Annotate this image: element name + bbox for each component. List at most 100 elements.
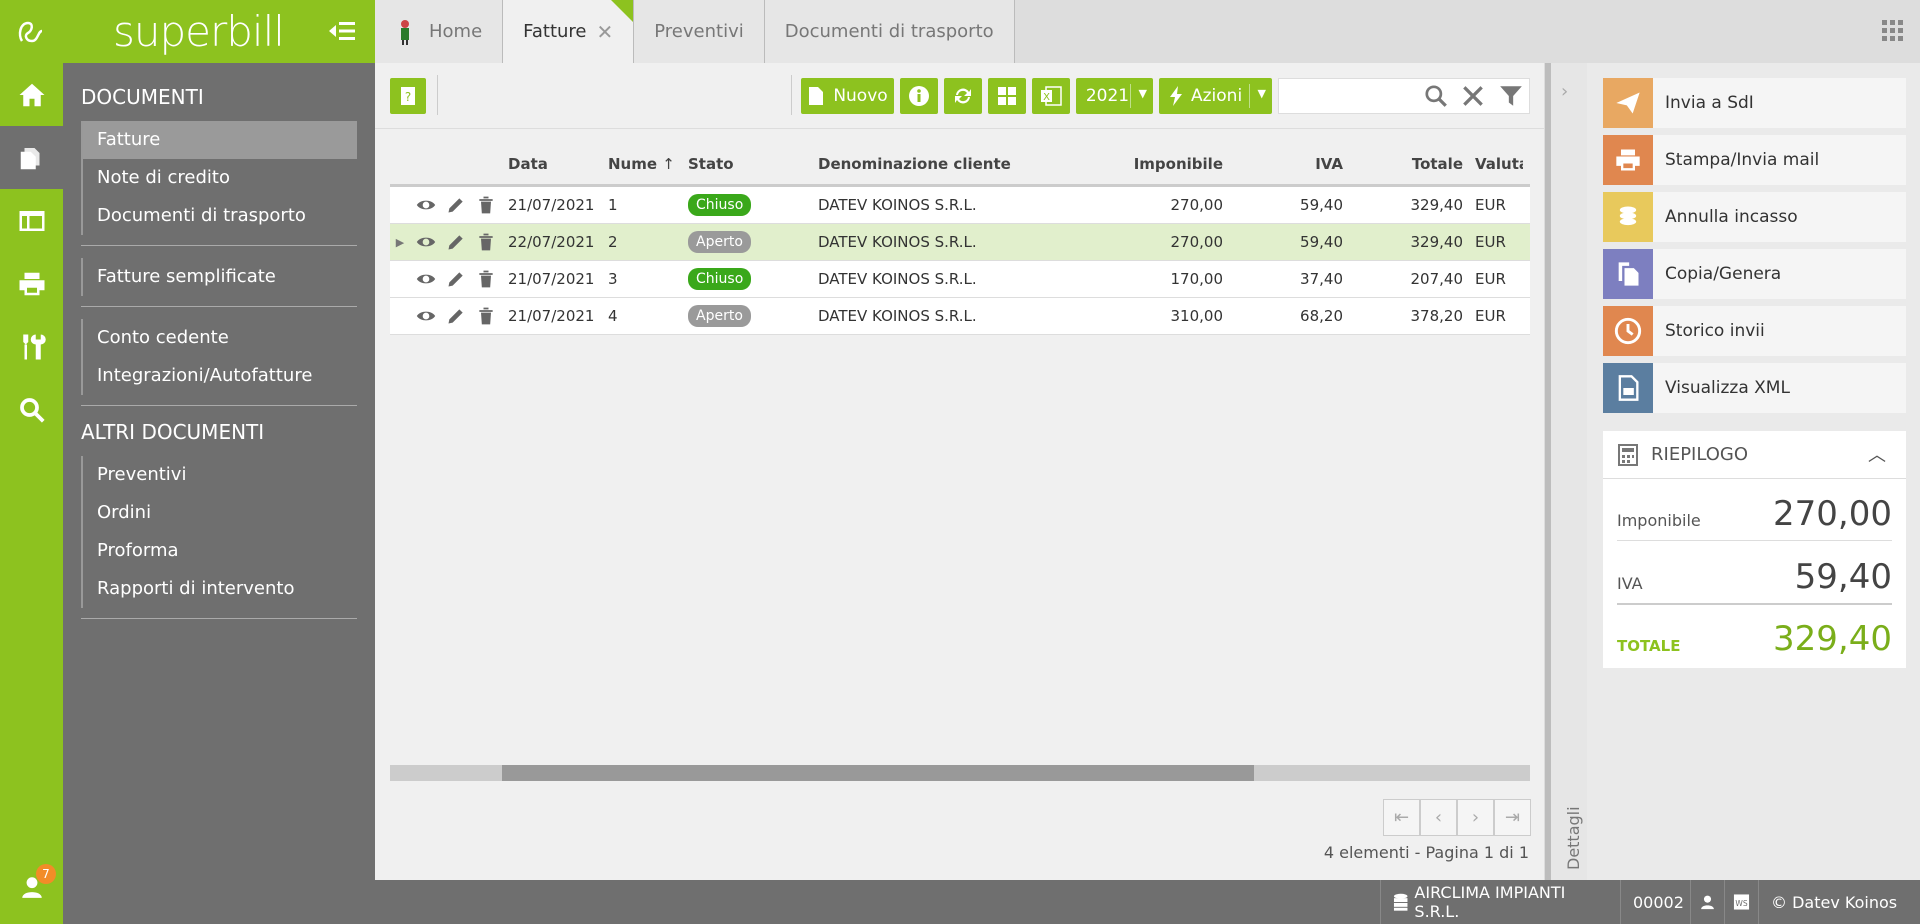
- send-history-button[interactable]: Storico invii: [1603, 306, 1906, 356]
- search-icon[interactable]: [1423, 83, 1449, 109]
- delete-icon[interactable]: [476, 195, 496, 215]
- tools-icon[interactable]: [0, 315, 63, 378]
- details-panel-toggle[interactable]: › Dettagli: [1545, 63, 1587, 880]
- summary-value: 270,00: [1773, 494, 1892, 534]
- refresh-button[interactable]: [944, 78, 982, 114]
- filter-icon[interactable]: [1498, 83, 1524, 109]
- printer-icon[interactable]: [0, 252, 63, 315]
- export-excel-button[interactable]: X: [1032, 78, 1070, 114]
- cell-iva: 59,40: [1300, 233, 1343, 251]
- layout-button[interactable]: [988, 78, 1026, 114]
- help-button[interactable]: ?: [390, 78, 426, 114]
- delete-icon[interactable]: [476, 232, 496, 252]
- last-page-icon[interactable]: ⇥: [1494, 799, 1531, 836]
- home-icon[interactable]: [0, 63, 63, 126]
- close-icon[interactable]: ✕: [597, 20, 614, 44]
- coins-icon: [1603, 192, 1653, 242]
- column-header-denominazione[interactable]: Denominazione cliente: [818, 155, 1093, 173]
- summary-header[interactable]: RIEPILOGO ︿: [1603, 431, 1906, 479]
- edit-icon[interactable]: [446, 195, 466, 215]
- clear-filter-icon[interactable]: [1460, 83, 1486, 109]
- table-icon[interactable]: [0, 189, 63, 252]
- expand-row-icon[interactable]: ▶: [390, 236, 410, 249]
- nav-group: Conto cedente Integrazioni/Autofatture: [81, 319, 357, 395]
- divider: [81, 405, 357, 406]
- sidebar-item-documenti-di-trasporto[interactable]: Documenti di trasporto: [83, 197, 357, 235]
- sidebar-item-preventivi[interactable]: Preventivi: [83, 456, 357, 494]
- column-header-imponibile[interactable]: Imponibile: [1093, 155, 1223, 173]
- xml-file-icon: [1603, 363, 1653, 413]
- sidebar-item-rapporti[interactable]: Rapporti di intervento: [83, 570, 357, 608]
- copy-generate-button[interactable]: Copia/Genera: [1603, 249, 1906, 299]
- search-icon[interactable]: [0, 378, 63, 441]
- table-row[interactable]: 21/07/2021 4 Aperto DATEV KOINOS S.R.L. …: [390, 298, 1530, 335]
- send-sdi-button[interactable]: Invia a SdI: [1603, 78, 1906, 128]
- documents-icon[interactable]: [0, 126, 63, 189]
- user-icon[interactable]: [1690, 880, 1724, 924]
- print-mail-button[interactable]: Stampa/Invia mail: [1603, 135, 1906, 185]
- sidebar-item-integrazioni[interactable]: Integrazioni/Autofatture: [83, 357, 357, 395]
- sidebar-item-fatture-semplificate[interactable]: Fatture semplificate: [83, 258, 357, 296]
- app-logo-icon[interactable]: [0, 0, 63, 63]
- tab-preventivi[interactable]: Preventivi: [634, 0, 765, 63]
- horizontal-scrollbar[interactable]: [390, 765, 1530, 781]
- sidebar-item-conto-cedente[interactable]: Conto cedente: [83, 319, 357, 357]
- view-icon[interactable]: [416, 306, 436, 326]
- status-badge: Aperto: [688, 231, 751, 253]
- scrollbar-thumb[interactable]: [502, 765, 1254, 781]
- column-header-label: Nume: [608, 154, 658, 173]
- tab-home[interactable]: Home: [375, 0, 504, 63]
- view-xml-button[interactable]: Visualizza XML: [1603, 363, 1906, 413]
- view-icon[interactable]: [416, 195, 436, 215]
- action-label: Visualizza XML: [1665, 378, 1790, 398]
- cell-data: 21/07/2021: [508, 196, 595, 214]
- edit-icon[interactable]: [446, 269, 466, 289]
- tab-fatture[interactable]: Fatture ✕: [503, 0, 635, 63]
- cell-totale: 329,40: [1410, 196, 1464, 214]
- table-row[interactable]: 21/07/2021 3 Chiuso DATEV KOINOS S.R.L. …: [390, 261, 1530, 298]
- calculator-icon: [1618, 443, 1638, 466]
- actions-label: Azioni: [1191, 86, 1243, 106]
- tab-bar: Home Fatture ✕ Preventivi Documenti di t…: [375, 0, 1920, 63]
- first-page-icon[interactable]: ⇤: [1383, 799, 1420, 836]
- sidebar-item-note-di-credito[interactable]: Note di credito: [83, 159, 357, 197]
- sidebar-item-fatture[interactable]: Fatture: [83, 121, 357, 159]
- view-icon[interactable]: [416, 232, 436, 252]
- column-header-numero[interactable]: Nume ↑: [608, 155, 688, 173]
- cancel-payment-button[interactable]: Annulla incasso: [1603, 192, 1906, 242]
- column-header-iva[interactable]: IVA: [1223, 155, 1343, 173]
- cell-iva: 68,20: [1300, 307, 1343, 325]
- user-icon[interactable]: 7: [0, 862, 63, 912]
- apps-grid-icon[interactable]: [1882, 20, 1904, 42]
- view-icon[interactable]: [416, 269, 436, 289]
- column-header-stato[interactable]: Stato: [688, 155, 818, 173]
- column-header-data[interactable]: Data: [508, 155, 608, 173]
- search-input[interactable]: [1278, 78, 1530, 114]
- table-row[interactable]: 21/07/2021 1 Chiuso DATEV KOINOS S.R.L. …: [390, 187, 1530, 224]
- column-header-valuta[interactable]: Valuta: [1463, 155, 1523, 173]
- actions-menu-button[interactable]: Azioni ▼: [1159, 78, 1272, 114]
- new-button-label: Nuovo: [833, 86, 888, 106]
- company-selector[interactable]: AIRCLIMA IMPIANTI S.R.L.: [1380, 880, 1620, 924]
- edit-icon[interactable]: [446, 306, 466, 326]
- chevron-up-icon[interactable]: ︿: [1868, 441, 1886, 467]
- previous-page-icon[interactable]: ‹: [1420, 799, 1457, 836]
- delete-icon[interactable]: [476, 306, 496, 326]
- new-button[interactable]: Nuovo: [801, 78, 894, 114]
- webservice-icon[interactable]: WS: [1724, 880, 1758, 924]
- sidebar-item-proforma[interactable]: Proforma: [83, 532, 357, 570]
- next-page-icon[interactable]: ›: [1457, 799, 1494, 836]
- cell-imponibile: 170,00: [1170, 270, 1224, 288]
- tab-documenti-di-trasporto[interactable]: Documenti di trasporto: [764, 0, 1015, 63]
- edit-icon[interactable]: [446, 232, 466, 252]
- delete-icon[interactable]: [476, 269, 496, 289]
- column-header-totale[interactable]: Totale: [1343, 155, 1463, 173]
- sort-ascending-icon: ↑: [662, 154, 675, 173]
- sidebar-item-ordini[interactable]: Ordini: [83, 494, 357, 532]
- table-row[interactable]: ▶ 22/07/2021 2 Aperto DATEV KOINOS S.R.L…: [390, 224, 1530, 261]
- info-button[interactable]: [900, 78, 938, 114]
- action-label: Invia a SdI: [1665, 93, 1754, 113]
- chevron-right-icon[interactable]: ›: [1561, 81, 1568, 102]
- year-select[interactable]: 2021 ▼: [1076, 78, 1153, 114]
- collapse-sidebar-icon[interactable]: [327, 18, 357, 44]
